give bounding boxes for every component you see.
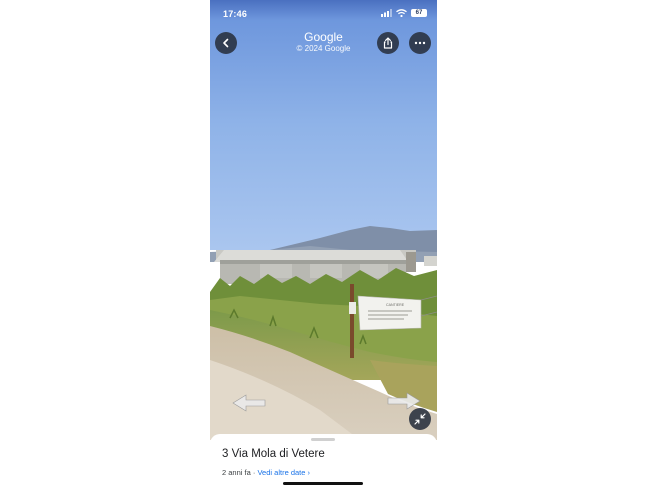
status-time: 17:46 [223,9,248,19]
sheet-drag-handle[interactable] [311,438,335,441]
battery-icon: 67 [411,9,427,17]
exit-fullscreen-button[interactable] [409,408,431,430]
header-title-block: Google © 2024 Google [210,30,437,54]
more-options-button[interactable] [409,32,431,54]
date-info: 2 anni fa · Vedi altre date › [222,468,310,477]
construction-sign-text: CANTIERE [386,303,405,307]
chevron-left-icon [223,38,229,48]
meta-separator: · [252,468,256,477]
wifi-icon [396,9,407,17]
home-indicator [283,482,363,485]
page-title: Google [304,30,343,44]
capture-date-age: 2 anni fa [222,468,251,477]
status-bar: 17:46 67 [210,0,437,28]
back-button[interactable] [215,32,237,54]
share-icon [383,37,393,49]
collapse-icon [414,413,426,425]
status-icons: 67 [381,9,427,17]
street-view-image[interactable]: CANTIERE [210,0,437,440]
chevron-right-icon: › [307,468,311,477]
navigate-right-arrow[interactable] [387,392,421,410]
more-dates-link[interactable]: Vedi altre date [257,468,305,477]
address-title: 3 Via Mola di Vetere [222,448,325,460]
street-view-screen: CANTIERE 17:46 67 Google © 2024 Google 3… [210,0,437,492]
more-horizontal-icon [414,41,426,45]
copyright-text: © 2024 Google [296,44,351,53]
navigate-left-arrow[interactable] [232,394,266,412]
signal-icon [381,9,392,17]
share-button[interactable] [377,32,399,54]
bottom-sheet[interactable]: 3 Via Mola di Vetere 2 anni fa · Vedi al… [210,434,437,492]
